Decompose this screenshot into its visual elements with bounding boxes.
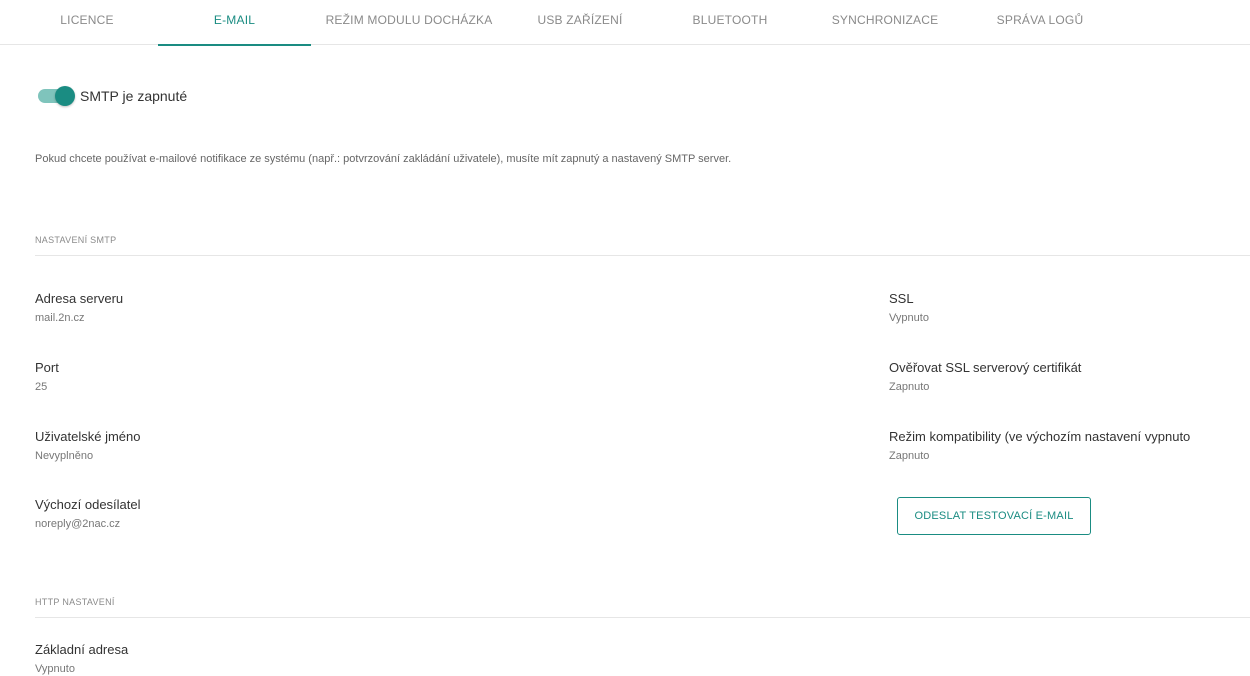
http-section-title: HTTP NASTAVENÍ [35, 597, 115, 607]
smtp-toggle[interactable] [38, 86, 75, 106]
tab-attendance-mode[interactable]: REŽIM MODULU DOCHÁZKA [318, 0, 500, 45]
compatibility-mode-value: Zapnuto [889, 450, 930, 462]
port-label: Port [35, 360, 59, 375]
default-sender-label: Výchozí odesílatel [35, 497, 141, 512]
ssl-label: SSL [889, 291, 914, 306]
server-address-label: Adresa serveru [35, 291, 124, 306]
smtp-section-divider [35, 255, 1250, 256]
tab-email[interactable]: E-MAIL [158, 0, 311, 46]
ssl-verify-cert-value: Zapnuto [889, 381, 930, 393]
tab-licence[interactable]: LICENCE [54, 0, 120, 45]
tab-bluetooth[interactable]: BLUETOOTH [685, 0, 775, 45]
toggle-knob [55, 86, 75, 106]
smtp-toggle-label: SMTP je zapnuté [80, 88, 188, 104]
username-label: Uživatelské jméno [35, 429, 141, 444]
tab-synchronization[interactable]: SYNCHRONIZACE [825, 0, 945, 45]
smtp-info-text: Pokud chcete používat e-mailové notifika… [35, 153, 732, 165]
username-value: Nevyplněno [35, 450, 94, 462]
compatibility-mode-label: Režim kompatibility (ve výchozím nastave… [889, 429, 1191, 444]
server-address-value: mail.2n.cz [35, 312, 85, 324]
smtp-section-title: NASTAVENÍ SMTP [35, 235, 117, 245]
base-address-value: Vypnuto [35, 663, 75, 675]
tab-log-management[interactable]: SPRÁVA LOGŮ [985, 0, 1095, 45]
settings-tabs: LICENCE E-MAIL REŽIM MODULU DOCHÁZKA USB… [0, 0, 1250, 46]
default-sender-value: noreply@2nac.cz [35, 518, 121, 530]
send-test-email-button[interactable]: ODESLAT TESTOVACÍ E-MAIL [897, 497, 1091, 535]
http-section-divider [35, 617, 1250, 618]
base-address-label: Základní adresa [35, 642, 129, 657]
port-value: 25 [35, 381, 48, 393]
ssl-verify-cert-label: Ověřovat SSL serverový certifikát [889, 360, 1082, 375]
ssl-value: Vypnuto [889, 312, 929, 324]
tab-usb-devices[interactable]: USB ZAŘÍZENÍ [530, 0, 630, 45]
